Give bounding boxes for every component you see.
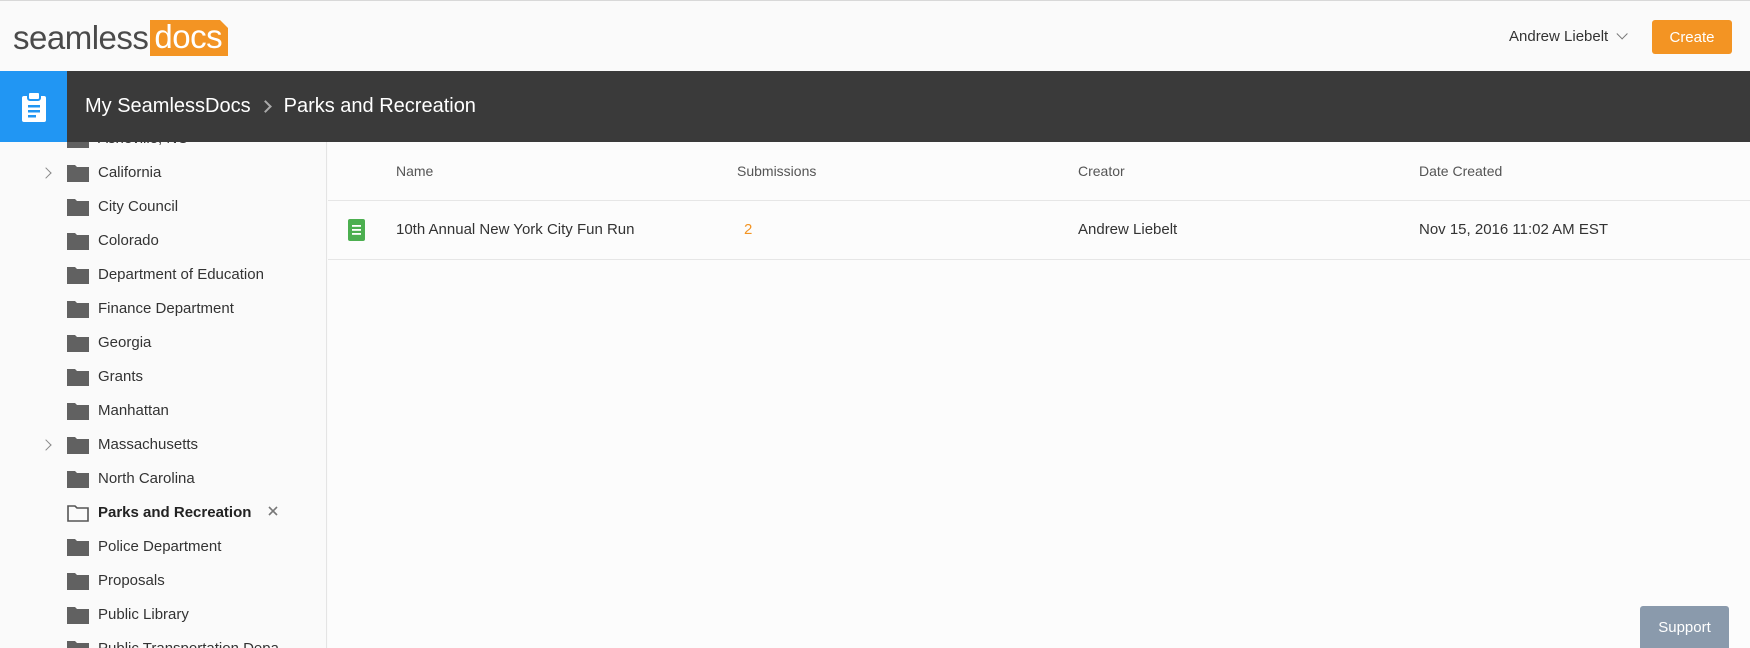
documents-table: Name Submissions Creator Date Created 10… <box>328 142 1750 648</box>
sidebar-folder-item[interactable]: Finance Department <box>0 292 326 326</box>
sidebar-folder-label: Massachusetts <box>98 436 199 453</box>
folder-icon <box>67 300 89 318</box>
folder-open-icon <box>67 504 89 522</box>
folder-icon <box>67 640 89 648</box>
sidebar-folder-label: California <box>98 164 162 181</box>
chevron-right-icon[interactable] <box>40 167 52 179</box>
sidebar-folder-label: Grants <box>98 368 144 385</box>
folder-icon <box>67 606 89 624</box>
row-date-created: Nov 15, 2016 11:02 AM EST <box>1419 221 1609 238</box>
sidebar-folder-label: Georgia <box>98 334 152 351</box>
sidebar-folder-label: Asheville, NC <box>98 142 188 147</box>
breadcrumb: My SeamlessDocs Parks and Recreation <box>85 71 476 142</box>
row-creator: Andrew Liebelt <box>1078 221 1178 238</box>
sidebar-folder-item[interactable]: Georgia <box>0 326 326 360</box>
folder-icon <box>67 436 89 454</box>
sidebar-folder-label: Colorado <box>98 232 159 249</box>
sidebar-folder-item[interactable]: Public Transportation Depa <box>0 632 326 648</box>
sidebar-folder-label: Manhattan <box>98 402 169 419</box>
sidebar-folder-label: Parks and Recreation <box>98 504 252 521</box>
sidebar-folder-label: North Carolina <box>98 470 195 487</box>
folder-icon <box>67 572 89 590</box>
folder-icon <box>67 470 89 488</box>
user-name: Andrew Liebelt <box>1509 27 1609 45</box>
folder-sidebar[interactable]: Asheville, NC California City Council Color… <box>0 142 327 648</box>
sidebar-folder-item[interactable]: Proposals <box>0 564 326 598</box>
folder-icon <box>67 402 89 420</box>
sidebar-folder-item[interactable]: Public Library <box>0 598 326 632</box>
folder-icon <box>67 198 89 216</box>
sidebar-folder-item[interactable]: Colorado <box>0 224 326 258</box>
chevron-right-icon <box>258 100 272 113</box>
create-button[interactable]: Create <box>1652 20 1732 54</box>
sidebar-folder-label: Finance Department <box>98 300 234 317</box>
sidebar-folder-item[interactable]: Parks and Recreation <box>0 496 326 530</box>
folder-icon <box>67 164 89 182</box>
sidebar-folder-item[interactable]: North Carolina <box>0 462 326 496</box>
breadcrumb-root-link[interactable]: My SeamlessDocs <box>85 95 251 118</box>
folder-icon <box>67 334 89 352</box>
close-icon[interactable] <box>266 504 280 518</box>
row-name[interactable]: 10th Annual New York City Fun Run <box>396 221 634 238</box>
folder-icon <box>67 368 89 386</box>
document-icon <box>348 219 365 241</box>
sidebar-folder-item[interactable]: City Council <box>0 190 326 224</box>
sidebar-folder-item[interactable]: California <box>0 156 326 190</box>
seamlessdocs-logo[interactable]: seamless docs <box>13 19 229 56</box>
clipboard-icon[interactable] <box>0 71 67 142</box>
sidebar-folder-label: Department of Education <box>98 266 264 283</box>
table-header: Name Submissions Creator Date Created <box>328 142 1750 201</box>
logo-text-seamless: seamless <box>13 19 149 56</box>
column-header-submissions[interactable]: Submissions <box>737 163 816 179</box>
folder-icon <box>67 232 89 250</box>
logo-text-docs: docs <box>150 20 229 56</box>
chevron-down-icon <box>1616 28 1629 40</box>
sidebar-folder-label: Police Department <box>98 538 222 555</box>
sidebar-folder-label: City Council <box>98 198 179 215</box>
user-menu-dropdown[interactable]: Andrew Liebelt <box>1509 25 1629 47</box>
folder-icon <box>67 266 89 284</box>
sidebar-folder-item[interactable]: Police Department <box>0 530 326 564</box>
sidebar-folder-label: Public Library <box>98 606 189 623</box>
folder-icon <box>67 142 89 148</box>
sidebar-folder-item[interactable]: Manhattan <box>0 394 326 428</box>
sidebar-folder-label: Public Transportation Depa <box>98 640 279 648</box>
top-header: seamless docs Andrew Liebelt Create <box>0 0 1750 71</box>
column-header-name[interactable]: Name <box>396 163 433 179</box>
table-row[interactable]: 10th Annual New York City Fun Run 2 Andr… <box>328 201 1750 260</box>
sidebar-folder-item[interactable]: Department of Education <box>0 258 326 292</box>
sidebar-folder-item[interactable]: Massachusetts <box>0 428 326 462</box>
chevron-right-icon[interactable] <box>40 439 52 451</box>
sidebar-folder-item[interactable]: Asheville, NC <box>0 142 326 156</box>
column-header-creator[interactable]: Creator <box>1078 163 1125 179</box>
breadcrumb-bar: My SeamlessDocs Parks and Recreation <box>0 71 1750 142</box>
row-submissions[interactable]: 2 <box>744 221 752 238</box>
column-header-date-created[interactable]: Date Created <box>1419 163 1502 179</box>
support-button[interactable]: Support <box>1640 606 1729 648</box>
folder-icon <box>67 538 89 556</box>
sidebar-folder-item[interactable]: Grants <box>0 360 326 394</box>
sidebar-folder-label: Proposals <box>98 572 165 589</box>
breadcrumb-current: Parks and Recreation <box>283 95 476 117</box>
